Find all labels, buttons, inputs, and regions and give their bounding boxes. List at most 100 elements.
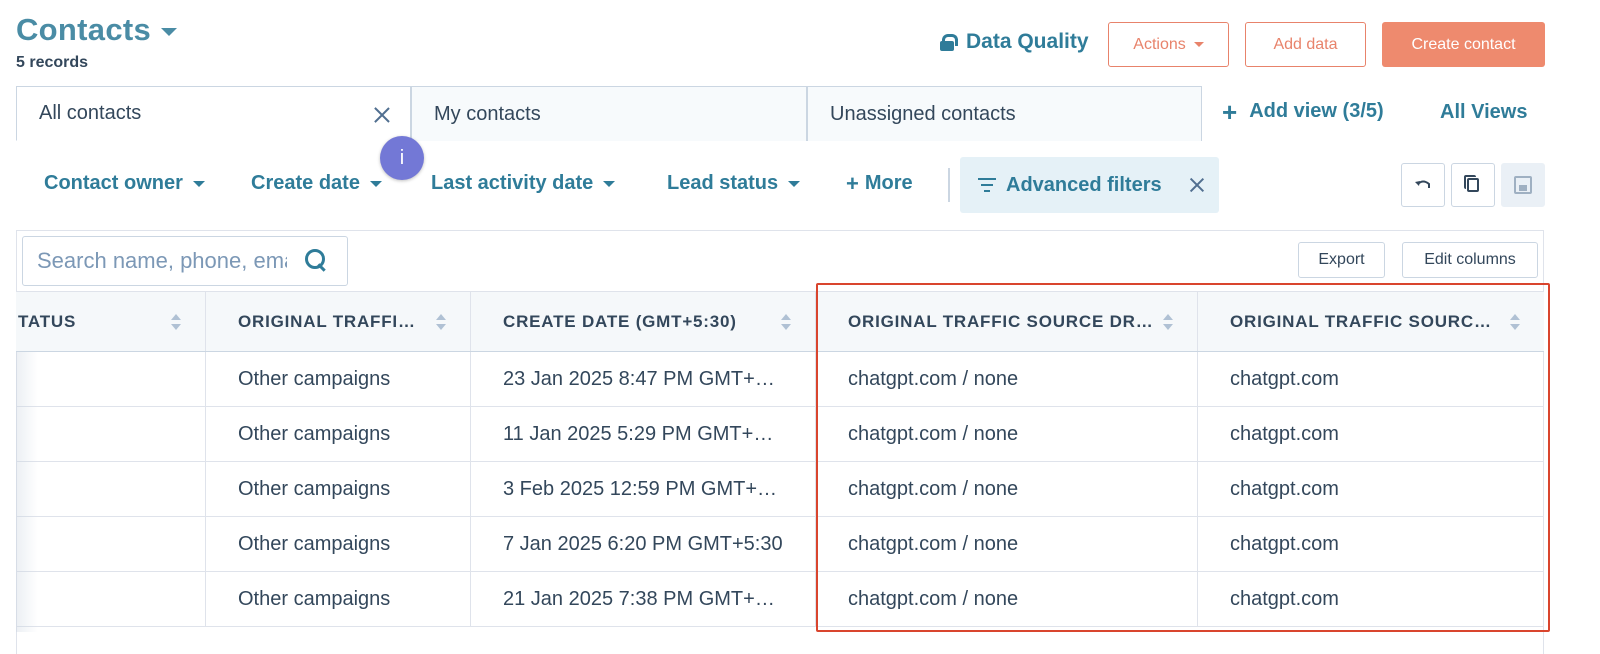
add-view-label: Add view (3/5) <box>1249 100 1384 122</box>
save-icon <box>1514 176 1532 194</box>
actions-button[interactable]: Actions <box>1108 22 1229 67</box>
tab-label: All contacts <box>39 102 142 124</box>
column-header-label: TATUS <box>18 311 77 331</box>
cell-drill-down-1: chatgpt.com / none <box>816 407 1198 461</box>
filter-contact-owner[interactable]: Contact owner <box>44 172 205 195</box>
cell-create-date: 21 Jan 2025 7:38 PM GMT+5:30 <box>471 572 816 626</box>
cell-drill-down-2: chatgpt.com <box>1230 587 1339 610</box>
info-badge[interactable]: i <box>380 136 424 180</box>
sort-icon[interactable] <box>1163 314 1173 332</box>
copy-icon <box>1464 175 1479 192</box>
cell-status <box>16 462 206 516</box>
column-header-original-traffic-source[interactable]: ORIGINAL TRAFFIC SOURCE <box>206 292 471 351</box>
divider <box>948 168 950 202</box>
column-header-status[interactable]: TATUS <box>16 292 206 351</box>
table-row[interactable]: Other campaigns 23 Jan 2025 8:47 PM GMT+… <box>16 352 1544 407</box>
column-header-label: ORIGINAL TRAFFIC SOURCE DRILL-DOWN 2 <box>1230 311 1500 331</box>
create-contact-label: Create contact <box>1411 35 1516 53</box>
clone-view-button[interactable] <box>1451 163 1495 207</box>
chevron-down-icon <box>161 28 178 36</box>
filter-label: Last activity date <box>431 172 594 194</box>
cell-create-date: 7 Jan 2025 6:20 PM GMT+5:30 <box>471 517 816 571</box>
sort-icon[interactable] <box>436 314 446 332</box>
cell-create-date: 23 Jan 2025 8:47 PM GMT+5:30 <box>471 352 816 406</box>
filter-label: Contact owner <box>44 172 183 194</box>
record-count: 5 records <box>16 54 89 71</box>
actions-label: Actions <box>1133 35 1186 53</box>
tab-label: Unassigned contacts <box>830 102 1016 125</box>
cell-create-date: 3 Feb 2025 12:59 PM GMT+5:30 <box>471 462 816 516</box>
tab-my-contacts[interactable]: My contacts <box>411 86 807 141</box>
page-header: Contacts 5 records <box>16 12 178 72</box>
tab-unassigned-contacts[interactable]: Unassigned contacts <box>807 86 1202 141</box>
filter-lead-status[interactable]: Lead status <box>667 172 801 195</box>
view-tabs: All contacts My contacts Unassigned cont… <box>16 86 1202 141</box>
filter-label: Create date <box>251 172 360 194</box>
chevron-down-icon <box>1193 42 1204 47</box>
save-view-button[interactable] <box>1501 163 1545 207</box>
column-header-label: ORIGINAL TRAFFIC SOURCE DRILL-DOWN 1 <box>848 311 1158 331</box>
chevron-down-icon <box>788 180 801 187</box>
cell-drill-down-1: chatgpt.com / none <box>816 517 1198 571</box>
filter-create-date[interactable]: Create date <box>251 172 382 195</box>
cell-traffic-source: Other campaigns <box>206 572 471 626</box>
add-view-button[interactable]: + Add view (3/5) <box>1222 96 1384 127</box>
cell-drill-down-1: chatgpt.com / none <box>816 572 1198 626</box>
cell-drill-down-1: chatgpt.com / none <box>816 352 1198 406</box>
export-button[interactable]: Export <box>1298 242 1385 278</box>
sort-icon[interactable] <box>171 314 181 332</box>
data-quality-link[interactable]: Data Quality <box>940 30 1089 54</box>
page-title: Contacts <box>16 12 152 47</box>
cell-traffic-source: Other campaigns <box>206 517 471 571</box>
close-icon[interactable] <box>373 106 390 123</box>
undo-button[interactable] <box>1401 163 1445 207</box>
cell-status <box>16 407 206 461</box>
table-row[interactable]: Other campaigns 21 Jan 2025 7:38 PM GMT+… <box>16 572 1544 627</box>
column-header-label: CREATE DATE (GMT+5:30) <box>503 311 737 331</box>
cell-traffic-source: Other campaigns <box>206 462 471 516</box>
column-header-drill-down-2[interactable]: ORIGINAL TRAFFIC SOURCE DRILL-DOWN 2 <box>1198 292 1544 351</box>
chevron-down-icon <box>603 180 616 187</box>
table-row[interactable]: Other campaigns 11 Jan 2025 5:29 PM GMT+… <box>16 407 1544 462</box>
cell-drill-down-1: chatgpt.com / none <box>816 462 1198 516</box>
cell-status <box>16 572 206 626</box>
contacts-table: TATUS ORIGINAL TRAFFIC SOURCE CREATE DAT… <box>16 291 1544 627</box>
advanced-filters-button[interactable]: Advanced filters <box>960 157 1219 213</box>
cell-drill-down-2: chatgpt.com <box>1230 477 1339 500</box>
more-label: More <box>864 172 913 194</box>
cell-status <box>16 352 206 406</box>
edit-columns-button[interactable]: Edit columns <box>1402 242 1538 278</box>
all-views-link[interactable]: All Views <box>1440 101 1527 124</box>
column-header-create-date[interactable]: CREATE DATE (GMT+5:30) <box>471 292 816 351</box>
scroll-shadow <box>16 352 38 632</box>
search-field[interactable] <box>22 236 348 286</box>
create-contact-button[interactable]: Create contact <box>1382 22 1545 67</box>
lock-icon <box>940 34 958 51</box>
table-header-row: TATUS ORIGINAL TRAFFIC SOURCE CREATE DAT… <box>16 291 1544 352</box>
table-row[interactable]: Other campaigns 7 Jan 2025 6:20 PM GMT+5… <box>16 517 1544 572</box>
filter-label: Lead status <box>667 172 779 194</box>
add-data-label: Add data <box>1273 35 1338 53</box>
add-data-button[interactable]: Add data <box>1245 22 1366 67</box>
table-row[interactable]: Other campaigns 3 Feb 2025 12:59 PM GMT+… <box>16 462 1544 517</box>
cell-status <box>16 517 206 571</box>
sort-icon[interactable] <box>1510 314 1520 332</box>
search-icon[interactable] <box>305 249 327 271</box>
filter-last-activity-date[interactable]: Last activity date <box>431 172 616 195</box>
filter-lines-icon <box>978 178 996 192</box>
tab-all-contacts[interactable]: All contacts <box>16 86 411 141</box>
chevron-down-icon <box>192 180 205 187</box>
data-quality-label: Data Quality <box>966 30 1089 53</box>
tab-label: My contacts <box>434 102 541 125</box>
column-header-drill-down-1[interactable]: ORIGINAL TRAFFIC SOURCE DRILL-DOWN 1 <box>816 292 1198 351</box>
cell-create-date: 11 Jan 2025 5:29 PM GMT+5:30 <box>471 407 816 461</box>
view-title-dropdown[interactable]: Contacts <box>16 12 178 48</box>
search-input[interactable] <box>37 248 287 274</box>
more-filters-button[interactable]: + More <box>846 172 913 195</box>
chevron-down-icon <box>369 180 382 187</box>
close-icon[interactable] <box>1189 177 1205 193</box>
plus-icon: + <box>1222 96 1238 127</box>
plus-icon: + <box>846 170 859 196</box>
column-header-label: ORIGINAL TRAFFIC SOURCE <box>238 311 423 331</box>
sort-icon[interactable] <box>781 314 791 332</box>
